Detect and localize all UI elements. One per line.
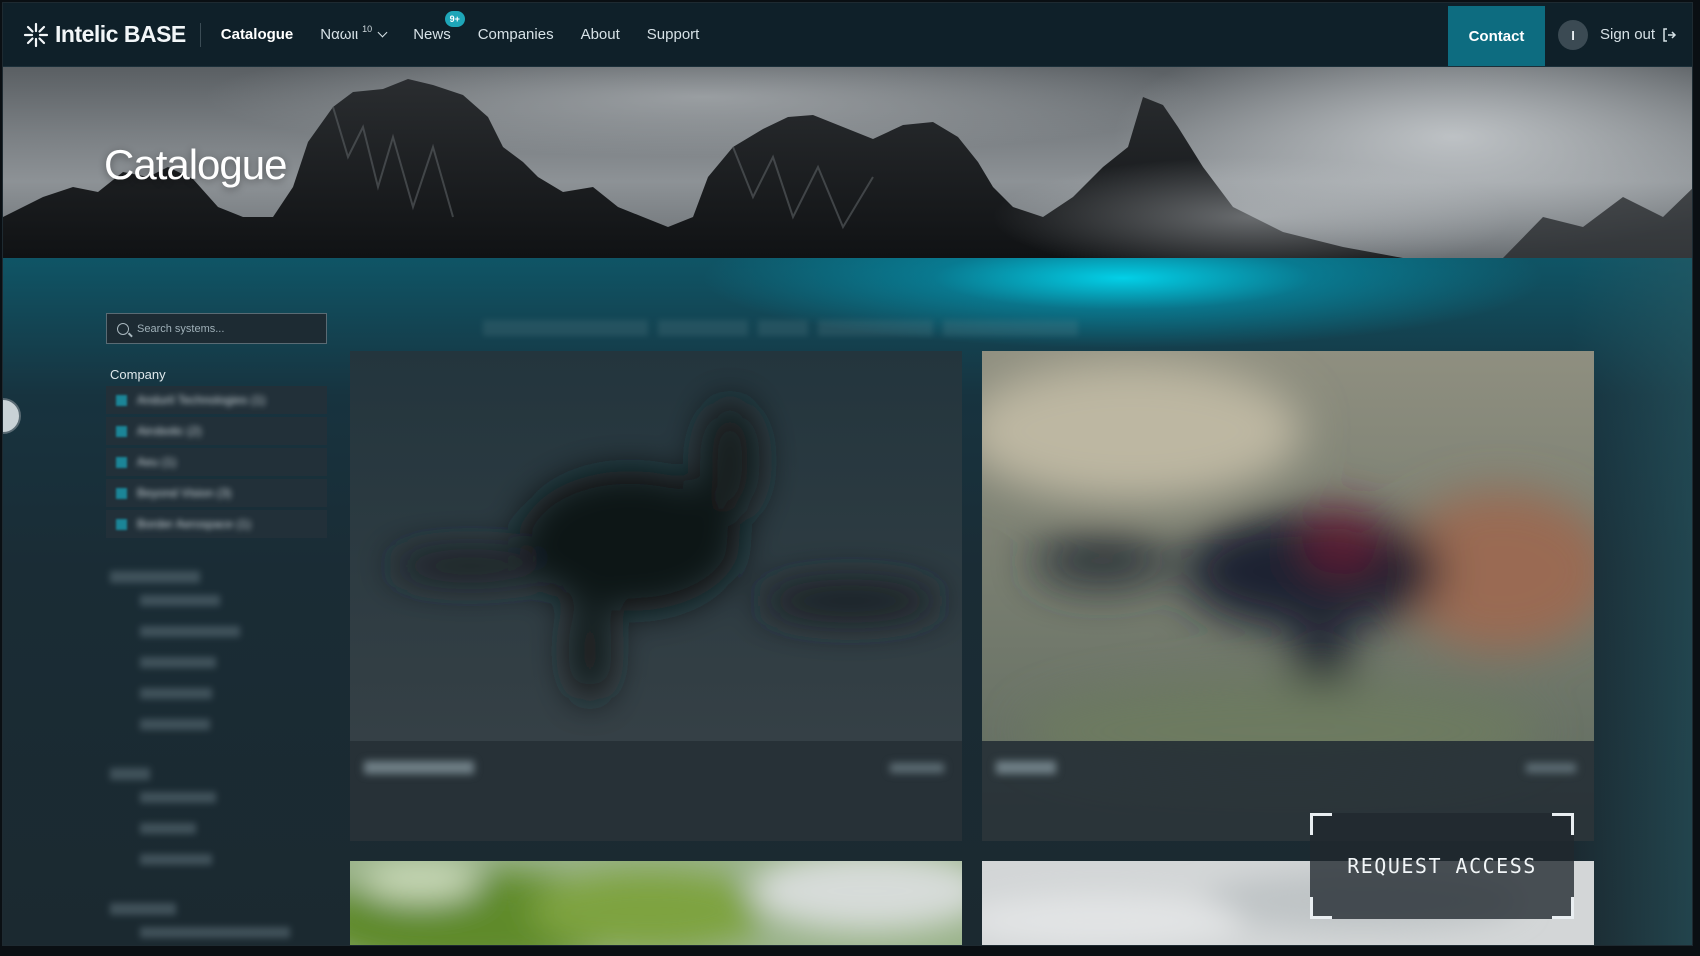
nav-dropdown-sup: 10 <box>362 23 373 34</box>
bracket-corner-icon <box>1552 897 1574 919</box>
sign-out-button[interactable]: Sign out <box>1600 26 1677 43</box>
request-access-label: REQUEST ACCESS <box>1347 854 1537 878</box>
blurred-text <box>110 768 150 780</box>
blurred-text <box>996 761 1056 774</box>
checkbox[interactable] <box>116 456 127 468</box>
chevron-down-icon <box>377 27 388 38</box>
filter-item[interactable]: Beyond Vision (3) <box>106 479 327 507</box>
filter-company-title: Company <box>110 367 166 382</box>
filter-item[interactable]: Aeu (1) <box>106 448 327 476</box>
card-footer <box>350 741 962 841</box>
filter-company-list: Anduril Technologies (1) Airobotic (2) A… <box>106 386 327 541</box>
sign-out-icon <box>1663 27 1677 42</box>
filter-item-label: Anduril Technologies (1) <box>137 393 266 407</box>
filter-group-blurred <box>106 571 327 750</box>
bracket-corner-icon <box>1310 897 1332 919</box>
blurred-text <box>140 823 327 854</box>
search-field[interactable] <box>106 313 327 344</box>
filter-item[interactable]: Border Aerospace (1) <box>106 510 327 538</box>
filter-group-blurred <box>106 903 327 945</box>
blurred-text <box>110 903 176 915</box>
search-icon <box>117 322 129 335</box>
snowflake-burst-icon <box>23 22 49 48</box>
filter-chip[interactable] <box>353 320 473 336</box>
blurred-text <box>140 792 327 823</box>
filter-chip[interactable] <box>943 320 1078 336</box>
blurred-text <box>364 761 474 774</box>
product-card[interactable] <box>350 861 962 945</box>
blurred-text <box>140 688 327 719</box>
filter-chip[interactable] <box>758 320 808 336</box>
contact-button[interactable]: Contact <box>1448 6 1545 66</box>
nav-dropdown-label: Nαωιι <box>320 26 359 43</box>
request-access-button[interactable]: REQUEST ACCESS <box>1310 813 1574 919</box>
bracket-corner-icon <box>1552 813 1574 835</box>
product-card[interactable] <box>982 351 1594 841</box>
filter-item[interactable]: Airobotic (2) <box>106 417 327 445</box>
filter-item-label: Beyond Vision (3) <box>137 486 232 500</box>
blurred-text <box>140 719 327 750</box>
avatar[interactable]: I <box>1558 20 1588 50</box>
brand-name: Intelic BASE <box>55 21 186 47</box>
product-card[interactable] <box>350 351 962 841</box>
filter-chip[interactable] <box>483 320 648 336</box>
nav-companies[interactable]: Companies <box>478 26 554 43</box>
blurred-text <box>140 854 327 885</box>
blurred-text <box>140 595 327 626</box>
nav-news-label: News <box>413 26 451 43</box>
blurred-text <box>110 571 200 583</box>
blurred-text <box>890 763 944 773</box>
filter-item[interactable]: Anduril Technologies (1) <box>106 386 327 414</box>
blurred-text <box>140 927 327 945</box>
active-filter-chips <box>353 320 1128 336</box>
blurred-text <box>1526 763 1576 773</box>
hero-banner: Catalogue <box>3 67 1692 258</box>
nav-divider <box>199 22 201 47</box>
filter-chip[interactable] <box>658 320 748 336</box>
brand-logo[interactable]: Intelic BASE <box>23 21 186 48</box>
filter-item-label: Border Aerospace (1) <box>137 517 252 531</box>
checkbox[interactable] <box>116 425 127 437</box>
filter-item-label: Aeu (1) <box>137 455 177 469</box>
app-frame: Intelic BASE Catalogue Nαωιι 10 News 9+ C… <box>2 2 1693 946</box>
nav-news[interactable]: News 9+ <box>413 11 465 43</box>
filter-group-blurred <box>106 768 327 885</box>
nav-about[interactable]: About <box>581 26 620 43</box>
blurred-text <box>140 657 327 688</box>
filter-chip[interactable] <box>818 320 933 336</box>
bracket-corner-icon <box>1310 813 1332 835</box>
nav-catalogue[interactable]: Catalogue <box>221 26 294 43</box>
checkbox[interactable] <box>116 487 127 499</box>
filter-item-label: Airobotic (2) <box>137 424 202 438</box>
filter-chip[interactable] <box>1088 320 1128 336</box>
top-navbar: Intelic BASE Catalogue Nαωιι 10 News 9+ C… <box>3 3 1692 67</box>
blurred-text <box>140 626 327 657</box>
nav-links: Catalogue Nαωιι 10 News 9+ Companies Abou… <box>221 11 727 43</box>
sign-out-label: Sign out <box>1600 26 1656 43</box>
search-input[interactable] <box>137 322 307 335</box>
nav-support[interactable]: Support <box>647 26 700 43</box>
product-image <box>350 861 962 945</box>
checkbox[interactable] <box>116 518 127 530</box>
news-badge: 9+ <box>444 11 465 27</box>
nav-dropdown[interactable]: Nαωιι 10 <box>320 23 388 43</box>
page-title: Catalogue <box>104 141 287 188</box>
checkbox[interactable] <box>116 394 127 406</box>
